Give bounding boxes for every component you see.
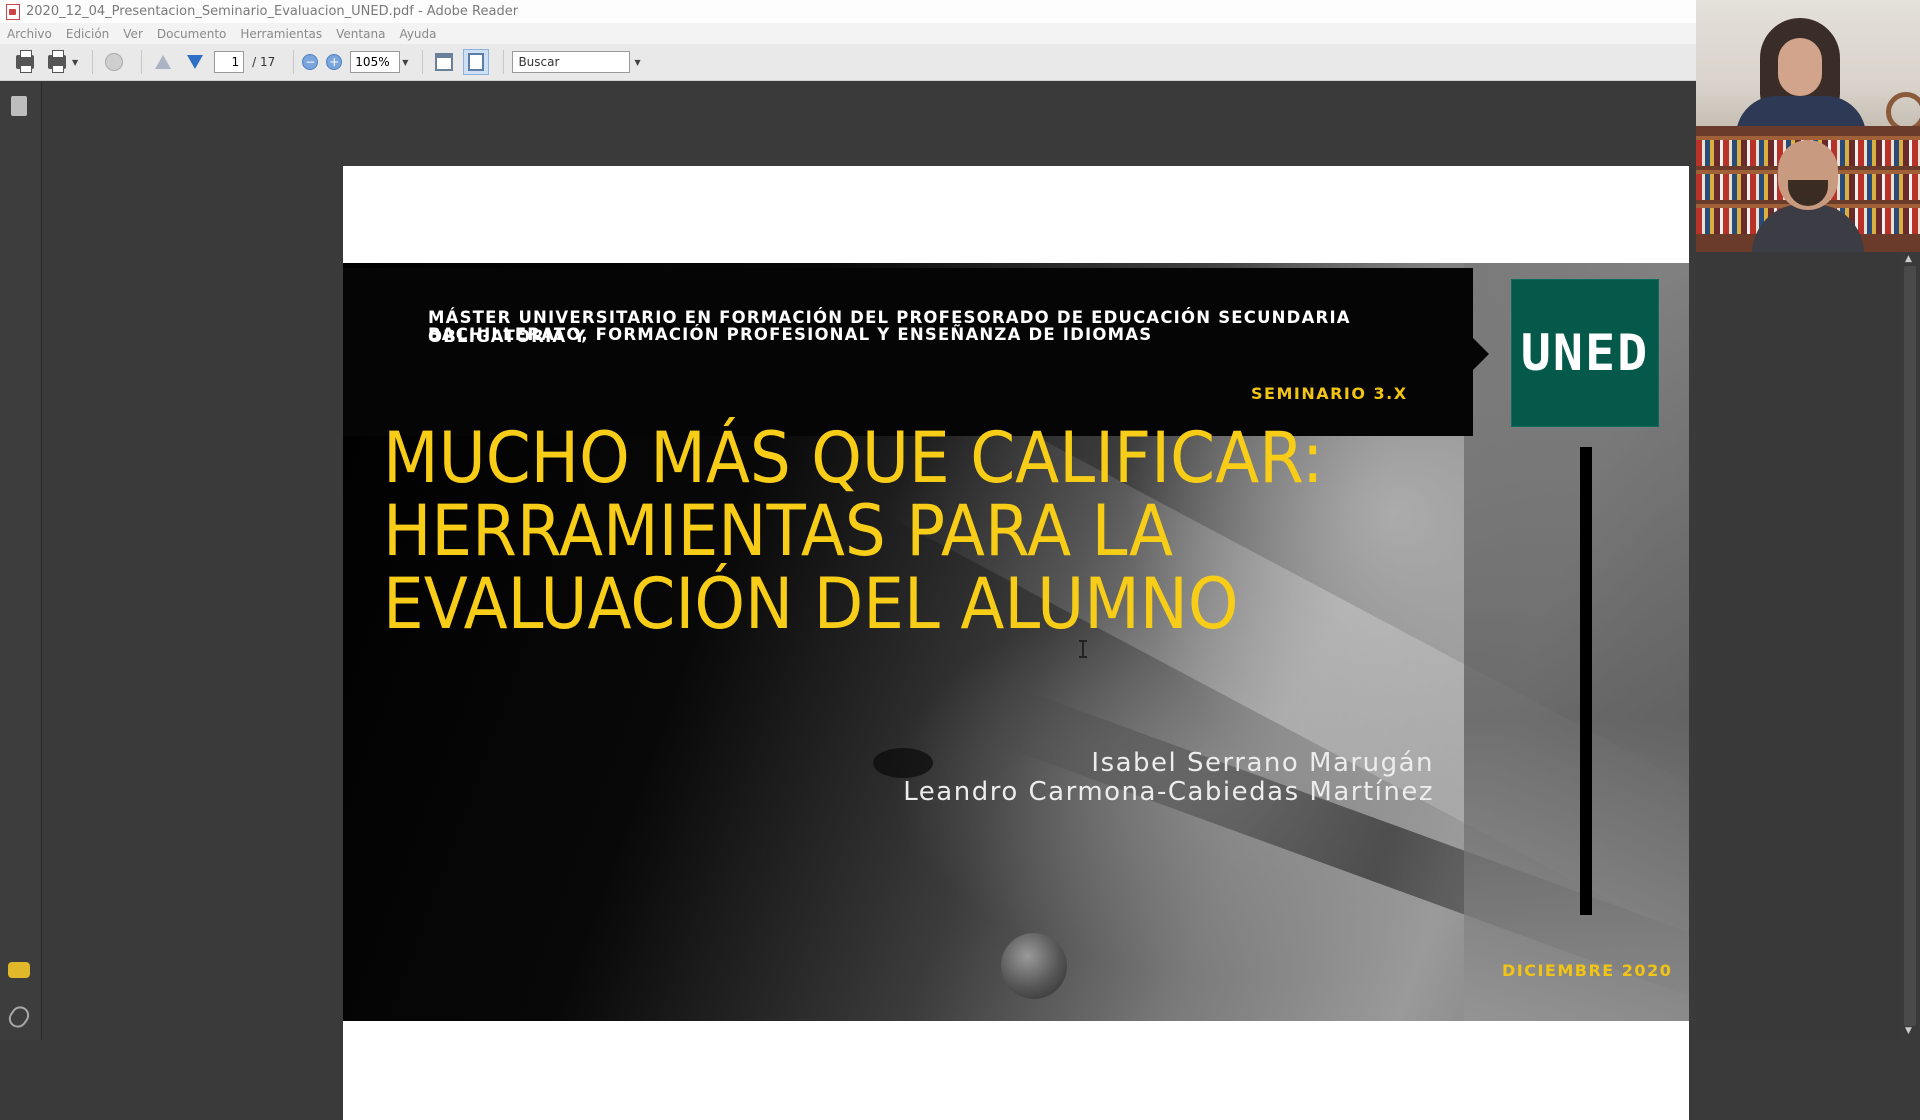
zoom-out-button[interactable]: −	[302, 54, 319, 70]
background-chair	[1886, 92, 1920, 126]
search-input[interactable]	[512, 51, 631, 73]
title-line-3: EVALUACIÓN DEL ALUMNO	[383, 563, 1239, 645]
text-cursor-icon	[1079, 640, 1087, 658]
fit-width-button[interactable]	[431, 49, 457, 75]
printer-icon	[16, 50, 34, 73]
menu-bar: Archivo Edición Ver Documento Herramient…	[0, 23, 1696, 44]
arrow-up-icon	[155, 55, 172, 69]
zoom-input[interactable]	[350, 51, 401, 73]
author-2: Leandro Carmona-Cabiedas Martínez	[903, 777, 1434, 807]
slide-date: DICIEMBRE 2020	[1502, 961, 1673, 980]
header-line-2: BACHILLERATO, FORMACIÓN PROFESIONAL Y EN…	[428, 325, 1153, 344]
navigation-pane	[0, 82, 42, 1040]
participant-video-2[interactable]	[1696, 126, 1920, 252]
background-peg	[1001, 933, 1067, 999]
participant-body	[1736, 96, 1866, 126]
author-1: Isabel Serrano Marugán	[1091, 748, 1434, 778]
page-total: / 17	[252, 55, 276, 69]
menu-ver[interactable]: Ver	[123, 27, 143, 41]
attachment-icon[interactable]	[5, 1002, 33, 1032]
seminar-label: SEMINARIO 3.X	[1251, 384, 1408, 403]
toolbar-divider	[422, 50, 424, 74]
hand-icon	[105, 53, 124, 71]
menu-ventana[interactable]: Ventana	[336, 27, 385, 41]
search-dropdown-chevron-icon[interactable]: ▼	[634, 58, 640, 67]
vertical-bar	[1580, 447, 1592, 915]
fit-width-icon	[435, 53, 454, 71]
menu-edicion[interactable]: Edición	[66, 27, 109, 41]
pdf-file-icon	[6, 3, 20, 20]
zoom-dropdown-chevron-icon[interactable]: ▼	[402, 58, 408, 67]
zoom-in-button[interactable]: +	[326, 54, 343, 70]
next-page-button[interactable]	[182, 49, 208, 75]
page-number-input[interactable]	[214, 51, 245, 73]
comments-icon[interactable]	[8, 962, 30, 978]
participant-face	[1778, 38, 1822, 96]
previous-page-button[interactable]	[150, 49, 176, 75]
menu-herramientas[interactable]: Herramientas	[240, 27, 322, 41]
print-button[interactable]	[12, 49, 38, 75]
fit-page-icon	[463, 49, 490, 75]
toolbar-divider	[503, 50, 505, 74]
scroll-down-icon[interactable]: ▼	[1905, 1026, 1912, 1036]
toolbar-divider	[141, 50, 143, 74]
slide-header-box: MÁSTER UNIVERSITARIO EN FORMACIÓN DEL PR…	[343, 268, 1473, 436]
window-titlebar: 2020_12_04_Presentacion_Seminario_Evalua…	[0, 0, 1696, 23]
title-line-2: HERRAMIENTAS PARA LA	[383, 490, 1174, 572]
toolbar-divider	[293, 50, 295, 74]
participant-video-1[interactable]	[1696, 0, 1920, 126]
menu-documento[interactable]: Documento	[157, 27, 227, 41]
uned-logo: UNED	[1511, 279, 1659, 427]
chevron-down-icon[interactable]: ▼	[72, 58, 78, 67]
hand-tool-button[interactable]	[101, 49, 127, 75]
title-line-1: MUCHO MÁS QUE CALIFICAR:	[383, 417, 1324, 499]
menu-ayuda[interactable]: Ayuda	[399, 27, 436, 41]
slide: MÁSTER UNIVERSITARIO EN FORMACIÓN DEL PR…	[343, 263, 1689, 1021]
window-title: 2020_12_04_Presentacion_Seminario_Evalua…	[26, 4, 519, 19]
document-viewport[interactable]: MÁSTER UNIVERSITARIO EN FORMACIÓN DEL PR…	[43, 82, 1696, 1120]
background-mark	[873, 748, 933, 778]
fit-page-button[interactable]	[463, 49, 490, 75]
print-options-button[interactable]	[44, 49, 70, 75]
scroll-thumb[interactable]	[1904, 266, 1916, 1026]
arrow-down-icon	[187, 55, 204, 69]
menu-archivo[interactable]: Archivo	[7, 27, 52, 41]
pages-panel-icon[interactable]	[8, 96, 27, 119]
toolbar-divider	[92, 50, 94, 74]
vertical-scrollbar[interactable]: ▲ ▼	[1900, 252, 1920, 1040]
scroll-up-icon[interactable]: ▲	[1905, 254, 1912, 264]
printer-settings-icon	[48, 50, 66, 73]
header-arrow	[1473, 338, 1489, 370]
toolbar: ▼ / 17 − + ▼ ▼	[0, 44, 1696, 81]
